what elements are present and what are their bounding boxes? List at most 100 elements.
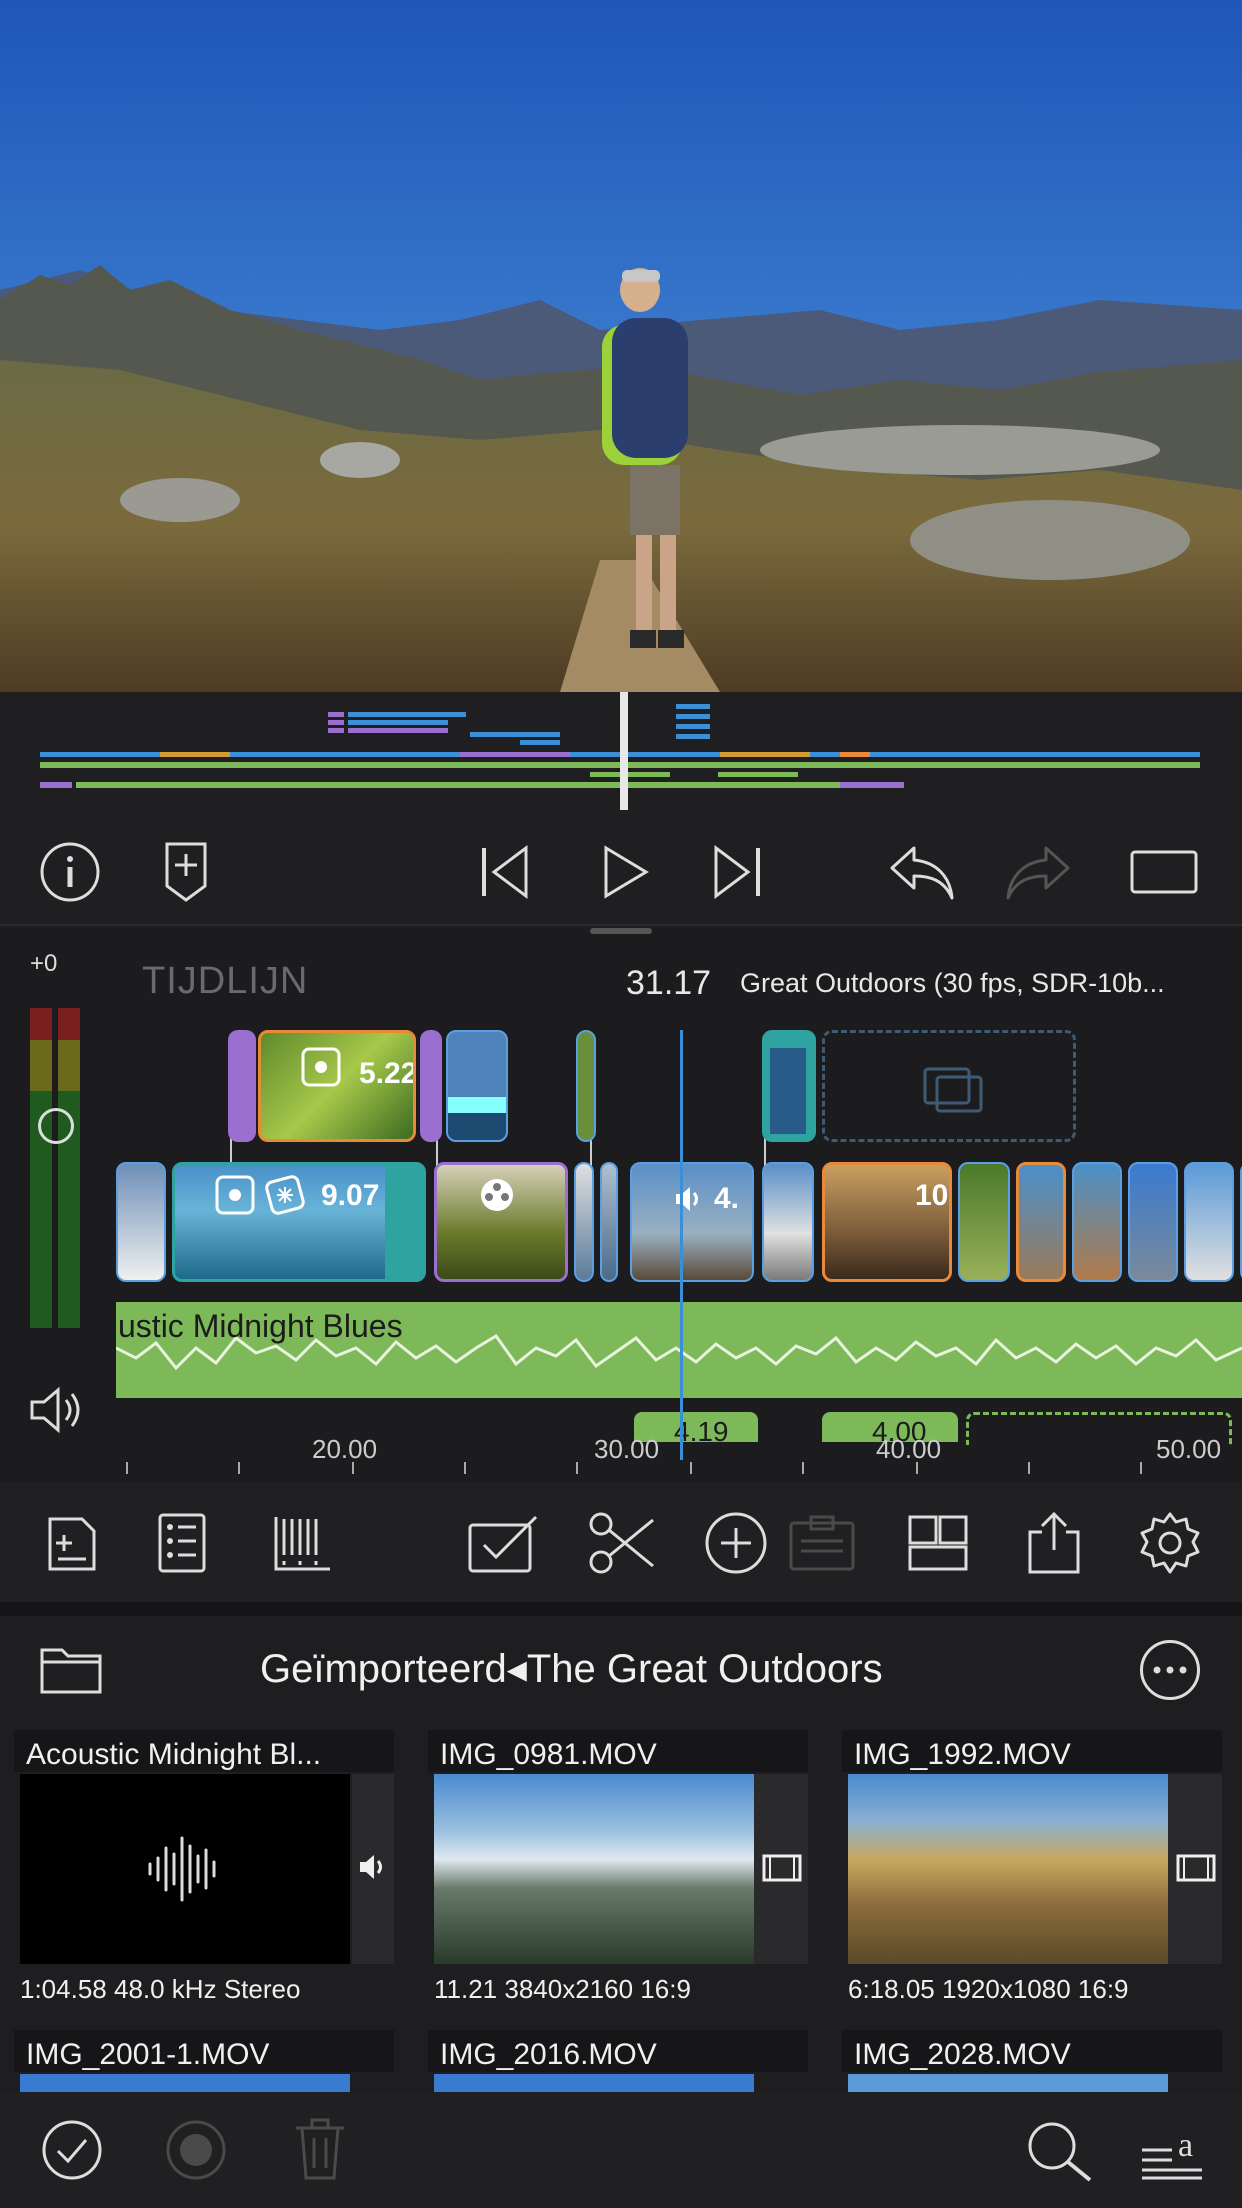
timeline-clip[interactable] [576,1030,596,1142]
panel-drag-handle[interactable] [590,928,652,934]
timeline-clip[interactable] [116,1162,166,1282]
paste-icon [784,1505,860,1581]
add-title-icon[interactable] [34,1505,110,1581]
add-marker-icon[interactable] [150,836,222,908]
overview-strip [40,692,1200,810]
timeline-clip[interactable] [1128,1162,1178,1282]
clip-effect-icon [265,1175,305,1215]
timeline-clip[interactable]: 10 [822,1162,952,1282]
media-title: IMG_0981.MOV [440,1738,657,1771]
breadcrumb-separator: ◂ [506,1647,527,1691]
media-item-video[interactable]: IMG_2028.MOV [842,2030,1222,2092]
undo-icon[interactable] [886,836,958,908]
media-item-video[interactable]: IMG_2001-1.MOV [14,2030,394,2092]
media-title: IMG_2001-1.MOV [26,2038,270,2071]
gear-icon[interactable] [1132,1505,1208,1581]
folder-icon[interactable] [38,1640,104,1701]
ruler-label: 20.00 [312,1434,378,1464]
media-title: IMG_1992.MOV [854,1738,1071,1771]
media-thumbnail [20,1774,350,1964]
checkmark-icon[interactable] [40,2118,104,2187]
timeline-clip[interactable] [1184,1162,1234,1282]
media-item-video[interactable]: IMG_1992.MOV [842,1730,1222,1970]
browser-breadcrumb[interactable]: Geïmporteerd◂The Great Outdoors [260,1646,883,1692]
media-title: IMG_2028.MOV [854,2038,1071,2071]
timeline-overview[interactable] [0,692,1242,816]
media-title: Acoustic Midnight Bl... [26,1738,322,1771]
skip-back-icon[interactable] [470,836,542,908]
layout-icon[interactable] [900,1505,976,1581]
skip-forward-icon[interactable] [700,836,772,908]
ruler-label: 30.00 [594,1434,660,1464]
timeline-label: TIJDLIJN [142,960,309,1002]
select-icon[interactable] [466,1505,542,1581]
timecode: 31.17 [626,964,712,1002]
transition-clip[interactable] [228,1030,256,1142]
breadcrumb-project[interactable]: The Great Outdoors [527,1647,883,1691]
speaker-icon[interactable] [26,1380,86,1445]
audio-type-icon [360,1855,382,1879]
media-item-video[interactable]: IMG_2016.MOV [428,2030,808,2092]
redo-icon [1002,836,1074,908]
timeline-clip[interactable] [958,1162,1010,1282]
clip-disc-icon [215,1175,255,1215]
timeline-tracks[interactable]: 5.22 9.07 4. 10 ustic Midnight Blues 4.1… [116,1020,1242,1460]
placeholder-clip[interactable] [822,1030,1076,1142]
project-info: Great Outdoors (30 fps, SDR-10b... [740,968,1165,998]
clip-audio-icon [676,1187,698,1211]
fullscreen-icon[interactable] [1128,836,1200,908]
waveform-icon [148,1836,216,1902]
media-item-video[interactable]: IMG_0981.MOV [428,1730,808,1970]
clip-duration: 10 [915,1179,949,1212]
add-icon[interactable] [698,1505,774,1581]
timeline-clip[interactable] [1016,1162,1066,1282]
info-icon[interactable] [34,836,106,908]
record-icon [164,2118,228,2187]
media-thumbnail [848,1774,1168,1964]
breadcrumb-folder[interactable]: Geïmporteerd [260,1647,507,1691]
audio-meter-left [30,1008,52,1328]
meter-offset: +0 [30,950,58,977]
inspector-icon[interactable] [144,1505,220,1581]
preview-frame [0,0,1242,692]
share-icon[interactable] [1016,1505,1092,1581]
video-type-icon [1176,1854,1216,1882]
timeline-clip[interactable]: 5.22 [258,1030,416,1142]
ruler-label: 50.00 [1156,1434,1222,1464]
sort-icon[interactable]: a [1138,2116,1204,2187]
play-icon[interactable] [588,836,660,908]
search-icon[interactable] [1024,2118,1094,2189]
timeline-clip[interactable] [762,1030,816,1142]
audio-meter-right [58,1008,80,1328]
playhead[interactable] [680,1030,683,1460]
film-placeholder-icon [923,1067,983,1113]
timeline-clip[interactable] [446,1030,508,1142]
transition-clip[interactable] [420,1030,442,1142]
ruler-label: 40.00 [876,1434,942,1464]
media-thumbnail [434,1774,754,1964]
volume-knob[interactable] [38,1108,74,1144]
timeline-clip[interactable] [1072,1162,1122,1282]
clip-duration: 5.22 [359,1057,416,1090]
video-preview[interactable] [0,0,1242,692]
media-info: 1:04.58 48.0 kHz Stereo [20,1974,301,2004]
clip-duration: 4. [714,1182,740,1215]
timeline-clip[interactable] [762,1162,814,1282]
timeline-clip[interactable]: 9.07 [172,1162,426,1282]
svg-text:a: a [1178,2127,1193,2164]
timeline-clip[interactable]: 4. [630,1162,754,1282]
media-title: IMG_2016.MOV [440,2038,657,2071]
timeline-clip[interactable] [434,1162,568,1282]
more-options-icon[interactable] [1140,1640,1200,1700]
audio-clip[interactable]: ustic Midnight Blues [116,1302,1242,1398]
trash-icon [292,2116,348,2187]
clip-disc-icon [301,1047,341,1087]
clip-reel-icon [481,1179,513,1211]
scissors-icon[interactable] [584,1505,660,1581]
timeline-clip[interactable] [574,1162,594,1282]
media-item-audio[interactable]: Acoustic Midnight Bl... [14,1730,394,1970]
video-type-icon [762,1854,802,1882]
audio-tracks-icon[interactable] [264,1505,340,1581]
time-ruler[interactable]: 20.00 30.00 40.00 50.00 [116,1434,1242,1482]
timeline-clip[interactable] [600,1162,618,1282]
